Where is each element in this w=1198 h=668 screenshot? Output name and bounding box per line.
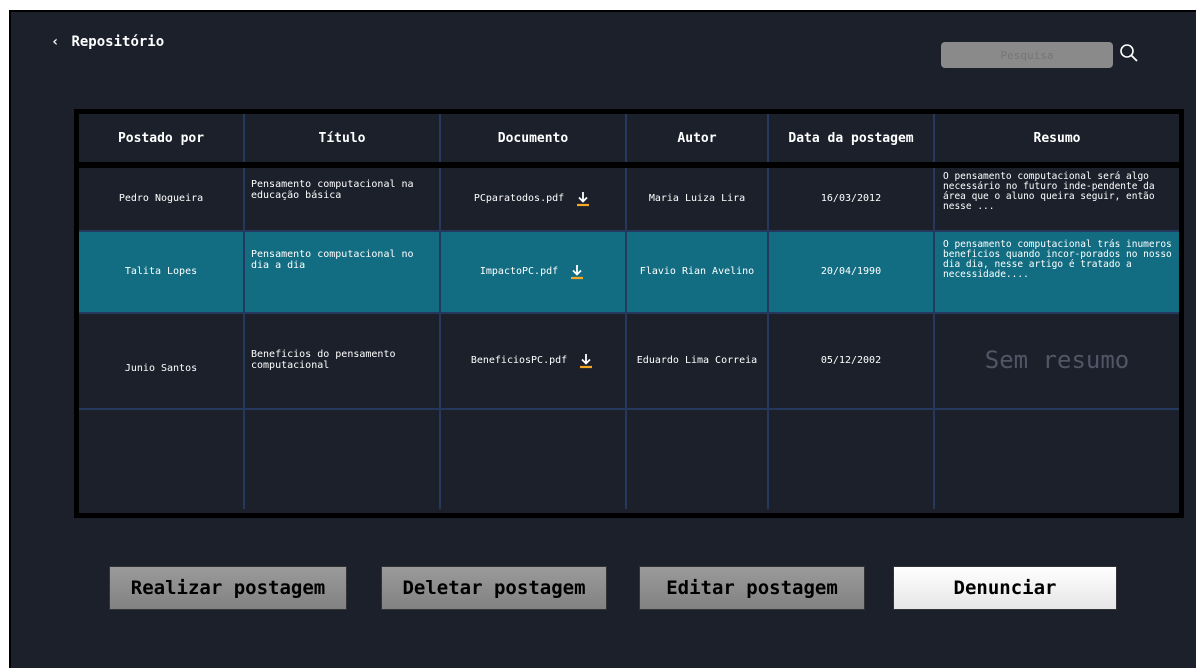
table-body: Pedro Nogueira Pensamento computacional … xyxy=(79,168,1179,513)
empty-cell xyxy=(79,410,245,509)
deletar-postagem-button[interactable]: Deletar postagem xyxy=(381,566,607,610)
download-icon[interactable] xyxy=(577,352,595,370)
download-icon[interactable] xyxy=(568,263,586,281)
cell-documento[interactable]: PCparatodos.pdf xyxy=(441,168,627,230)
back-button[interactable]: ‹ Repositório xyxy=(51,34,164,50)
denunciar-button[interactable]: Denunciar xyxy=(893,566,1117,610)
cell-data: 20/04/1990 xyxy=(769,232,935,312)
empty-cell xyxy=(441,410,627,509)
cell-documento[interactable]: ImpactoPC.pdf xyxy=(441,232,627,312)
app-screen: ‹ Repositório Postado por Título Documen… xyxy=(9,10,1196,668)
realizar-postagem-button[interactable]: Realizar postagem xyxy=(109,566,347,610)
table-row-selected[interactable]: Talita Lopes Pensamento computacional no… xyxy=(79,232,1179,314)
cell-postado-por: Junio Santos xyxy=(79,314,245,408)
col-header-postado-por[interactable]: Postado por xyxy=(79,114,245,162)
document-link[interactable]: ImpactoPC.pdf xyxy=(480,266,558,278)
empty-cell xyxy=(627,410,769,509)
cell-resumo: O pensamento computacional trás inumeros… xyxy=(943,239,1172,280)
cell-data: 16/03/2012 xyxy=(769,168,935,230)
table-row[interactable]: Junio Santos Beneficios do pensamento co… xyxy=(79,314,1179,410)
cell-resumo: O pensamento computacional será algo nec… xyxy=(943,171,1155,212)
chevron-left-icon: ‹ xyxy=(51,34,60,50)
cell-postado-por: Talita Lopes xyxy=(79,232,245,312)
search-input[interactable] xyxy=(941,42,1113,68)
posts-table: Postado por Título Documento Autor Data … xyxy=(74,109,1184,518)
cell-titulo: Pensamento computacional na educação bás… xyxy=(245,168,441,230)
document-link[interactable]: BeneficiosPC.pdf xyxy=(471,355,567,367)
col-header-data[interactable]: Data da postagem xyxy=(769,114,935,162)
col-header-autor[interactable]: Autor xyxy=(627,114,769,162)
cell-autor: Eduardo Lima Correia xyxy=(627,314,769,408)
cell-titulo: Pensamento computacional no dia a dia xyxy=(245,232,441,312)
cell-documento[interactable]: BeneficiosPC.pdf xyxy=(441,314,627,408)
col-header-resumo[interactable]: Resumo xyxy=(935,114,1179,162)
download-icon[interactable] xyxy=(574,190,592,208)
cell-postado-por: Pedro Nogueira xyxy=(79,168,245,230)
empty-cell xyxy=(769,410,935,509)
table-header: Postado por Título Documento Autor Data … xyxy=(79,114,1179,168)
col-header-titulo[interactable]: Título xyxy=(245,114,441,162)
page-title: Repositório xyxy=(71,34,165,50)
document-link[interactable]: PCparatodos.pdf xyxy=(474,193,564,205)
search-icon[interactable] xyxy=(1118,42,1140,64)
cell-autor: Maria Luiza Lira xyxy=(627,168,769,230)
cell-autor: Flavio Rian Avelino xyxy=(627,232,769,312)
cell-titulo: Beneficios do pensamento computacional xyxy=(245,314,441,408)
cell-data: 05/12/2002 xyxy=(769,314,935,408)
editar-postagem-button[interactable]: Editar postagem xyxy=(639,566,865,610)
table-row[interactable]: Pedro Nogueira Pensamento computacional … xyxy=(79,168,1179,232)
empty-cell xyxy=(935,410,1179,509)
col-header-documento[interactable]: Documento xyxy=(441,114,627,162)
empty-cell xyxy=(245,410,441,509)
cell-resumo-empty: Sem resumo xyxy=(984,346,1130,375)
table-row-empty xyxy=(79,410,1179,509)
